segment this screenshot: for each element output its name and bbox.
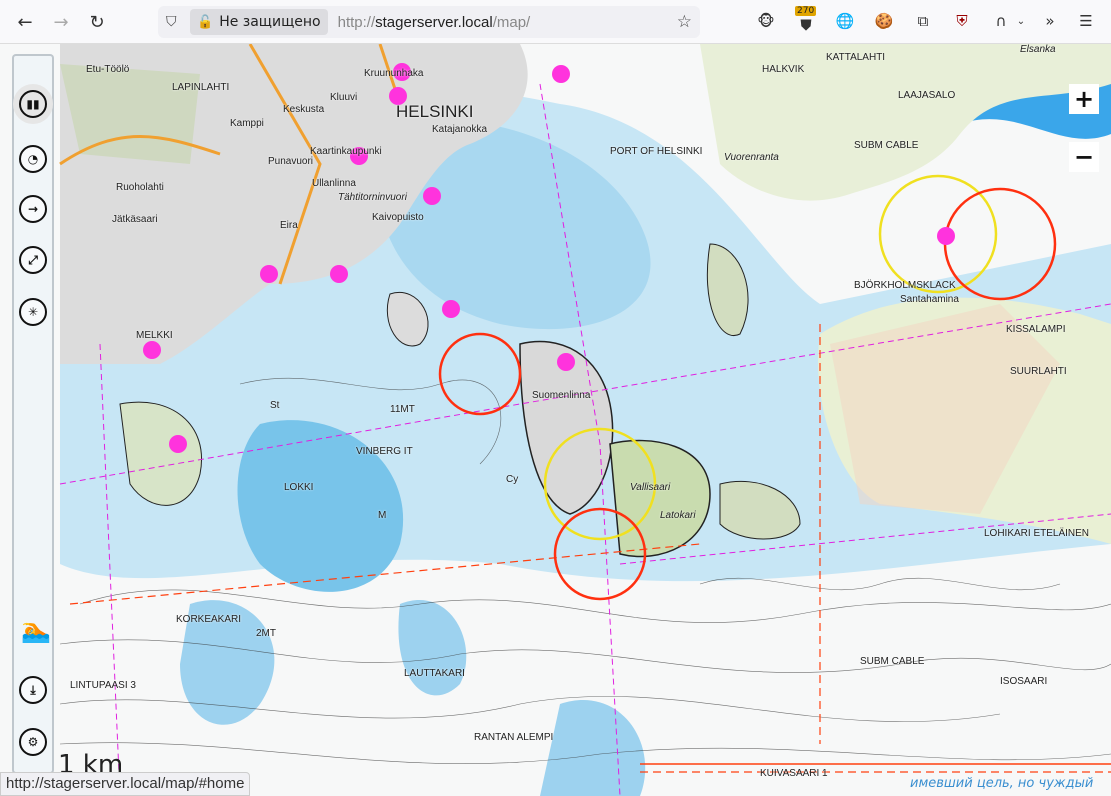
security-indicator[interactable]: 🔓 Не защищено xyxy=(190,9,328,35)
reload-button[interactable]: ↻ xyxy=(83,8,111,36)
map-label: Tähtitorninvuori xyxy=(338,192,407,203)
map-label: VINBERG IT xyxy=(356,446,413,457)
download-icon: ⤓ xyxy=(30,682,36,697)
url-host: stagerserver.local xyxy=(375,13,493,31)
download-button[interactable]: ⤓ xyxy=(19,676,47,704)
map-label: 2MT xyxy=(256,628,276,639)
man-overboard-icon: 🏊 xyxy=(21,616,51,644)
track-button[interactable]: ⤢ xyxy=(19,246,47,274)
map-label: LINTUPAASI 3 xyxy=(70,680,136,691)
map-label: Kamppi xyxy=(230,118,264,129)
ublock-icon[interactable]: ⛨ xyxy=(951,10,973,32)
map-label: Kaartinkaupunki xyxy=(310,146,382,157)
compass-rose-icon: ✳ xyxy=(27,305,39,319)
menu-hamburger-icon[interactable]: ☰ xyxy=(1075,10,1097,32)
map-label: Ruoholahti xyxy=(116,182,164,193)
extension-shield-icon[interactable]: ⛊ xyxy=(795,14,817,36)
map-label: Vallisaari xyxy=(630,482,671,493)
extension-cookie-icon[interactable]: 🍪 xyxy=(873,10,895,32)
map-label: LOHIKARI ETELÄINEN xyxy=(984,528,1090,539)
url-text[interactable]: http://stagerserver.local/map/ xyxy=(338,14,531,31)
track-icon: ⤢ xyxy=(28,252,38,267)
map-label: Latokari xyxy=(660,510,696,521)
map-label: LAAJASALO xyxy=(898,90,956,101)
headphones-icon[interactable]: ∩ xyxy=(990,10,1012,32)
map-canvas xyxy=(0,44,1111,796)
compass-rose-button[interactable]: ✳ xyxy=(19,298,47,326)
status-bar-url: http://stagerserver.local/map/#home xyxy=(0,772,251,796)
map-label: Kruununhaka xyxy=(364,68,424,79)
map-label: SUURLAHTI xyxy=(1010,366,1067,377)
extensions-puzzle-icon[interactable]: ⧉ xyxy=(912,10,934,32)
map-label: ISOSAARI xyxy=(1000,676,1048,687)
map-label: Kaivopuisto xyxy=(372,212,424,223)
url-path: /map/ xyxy=(492,13,531,31)
map-label: SUBM CABLE xyxy=(854,140,919,151)
man-overboard-button[interactable]: 🏊 xyxy=(21,616,51,644)
map-label: Santahamina xyxy=(900,294,959,305)
map-label: LAPINLAHTI xyxy=(172,82,230,93)
map-label: Cy xyxy=(506,474,519,485)
map-label: SUBM CABLE xyxy=(860,656,925,667)
address-bar[interactable]: ⛉ 🔓 Не защищено http://stagerserver.local… xyxy=(158,6,700,38)
map-label: RANTAN ALEMPI xyxy=(474,732,554,743)
map-label: KISSALAMPI xyxy=(1006,324,1066,335)
insecure-lock-icon: 🔓 xyxy=(197,14,214,30)
map-label: Jätkäsaari xyxy=(112,214,158,225)
map-sidebar: ▮▮ ◔ → ⤢ ✳ 🏊 ⤓ ⚙ xyxy=(12,54,54,774)
dashboard-icon: ◔ xyxy=(27,152,39,166)
nautical-map[interactable]: HELSINKI Etu-Töölö LAPINLAHTI Kamppi Kes… xyxy=(0,44,1111,796)
map-label: BJÖRKHOLMSKLACK xyxy=(854,280,956,291)
map-label: Katajanokka xyxy=(432,124,488,135)
map-label: HALKVIK xyxy=(762,64,805,75)
chevron-down-icon[interactable]: ⌄ xyxy=(1010,10,1032,32)
map-label: Etu-Töölö xyxy=(86,64,130,75)
url-prefix: http:// xyxy=(337,13,376,31)
route-button[interactable]: → xyxy=(19,195,47,223)
overflow-chevrons-icon[interactable]: » xyxy=(1039,10,1061,32)
settings-button[interactable]: ⚙ xyxy=(19,728,47,756)
settings-icon: ⚙ xyxy=(27,735,39,749)
map-label: Vuorenranta xyxy=(724,152,779,163)
map-layers-button[interactable]: ▮▮ xyxy=(19,90,47,118)
forward-button[interactable]: → xyxy=(47,8,75,36)
map-label: HELSINKI xyxy=(396,102,474,121)
map-label: Suomenlinna xyxy=(532,390,591,401)
map-label: St xyxy=(270,400,280,411)
map-label: KORKEAKARI xyxy=(176,614,242,625)
route-icon: → xyxy=(27,202,39,216)
map-label: Punavuori xyxy=(268,156,314,167)
extension-badge: 270 xyxy=(795,6,817,16)
zoom-in-button[interactable]: + xyxy=(1069,84,1099,114)
zoom-out-button[interactable]: − xyxy=(1069,142,1099,172)
map-label: Elsanka xyxy=(1020,44,1056,55)
back-button[interactable]: ← xyxy=(11,8,39,36)
map-label: Kluuvi xyxy=(330,92,358,103)
dashboard-button[interactable]: ◔ xyxy=(19,145,47,173)
map-label: Eira xyxy=(280,220,298,231)
security-label: Не защищено xyxy=(219,14,321,30)
bookmark-star-icon[interactable]: ☆ xyxy=(677,12,692,32)
extension-monkey-icon[interactable]: 🐵 xyxy=(755,10,777,32)
map-label: Ullanlinna xyxy=(312,178,356,189)
shield-icon[interactable]: ⛉ xyxy=(166,14,182,30)
map-label: LAUTTAKARI xyxy=(404,668,465,679)
map-label: KUIVASAARI 1 xyxy=(760,768,828,779)
map-label: MELKKI xyxy=(136,330,173,341)
map-label: LOKKI xyxy=(284,482,314,493)
map-label: Keskusta xyxy=(283,104,325,115)
map-label: PORT OF HELSINKI xyxy=(610,146,703,157)
map-label: 11MT xyxy=(390,404,415,415)
browser-toolbar: ← → ↻ ⛉ 🔓 Не защищено http://stagerserver… xyxy=(0,0,1111,44)
map-icon: ▮▮ xyxy=(26,97,40,111)
map-label: KATTALAHTI xyxy=(826,52,886,63)
extension-globe-icon[interactable]: 🌐 xyxy=(834,10,856,32)
motto-text: имевший цель, но чуждый xyxy=(910,776,1094,791)
map-label: M xyxy=(378,510,387,521)
